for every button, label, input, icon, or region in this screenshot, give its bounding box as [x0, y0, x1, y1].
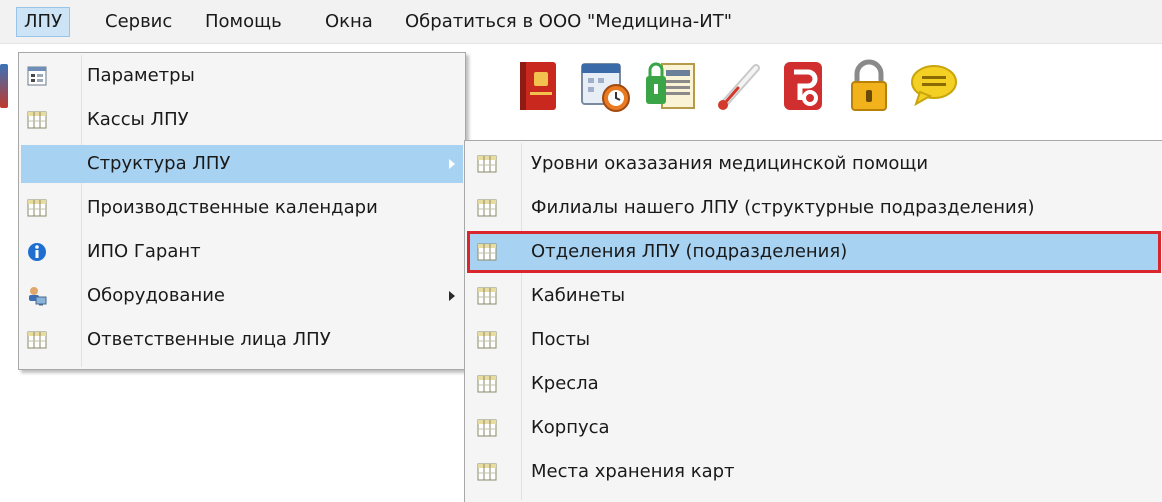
menu-lpu[interactable]: ЛПУ	[16, 7, 71, 37]
red-document-icon[interactable]	[776, 58, 830, 114]
menu-item-equipment[interactable]: Оборудование	[21, 277, 463, 315]
menu-windows[interactable]: Окна	[318, 7, 380, 37]
red-book-icon[interactable]	[512, 58, 566, 114]
lock-document-icon[interactable]	[644, 58, 698, 114]
menu-bar: ЛПУ Сервис Помощь Окна Обратиться в ООО …	[0, 0, 1162, 44]
submenu-item-label: Кресла	[531, 373, 599, 394]
submenu-item-card-storage[interactable]: Места хранения карт	[467, 453, 1161, 491]
submenu-item-label: Места хранения карт	[531, 461, 735, 482]
table-icon	[477, 418, 497, 438]
submenu-item-label: Филиалы нашего ЛПУ (структурные подразде…	[531, 197, 1035, 218]
menu-item-lpu-structure[interactable]: Структура ЛПУ	[21, 145, 463, 183]
submenu-item-label: Отделения ЛПУ (подразделения)	[531, 241, 848, 262]
menu-item-parameters[interactable]: Параметры	[21, 57, 463, 95]
lpu-menu: Параметры Кассы ЛПУ Структура ЛПУ Произв…	[18, 52, 466, 370]
submenu-arrow-icon	[449, 159, 455, 169]
submenu-item-label: Корпуса	[531, 417, 610, 438]
menu-contact[interactable]: Обратиться в ООО "Медицина-ИТ"	[398, 7, 739, 37]
submenu-arrow-icon	[449, 291, 455, 301]
parameters-icon	[27, 66, 47, 86]
menu-item-label: Производственные календари	[87, 197, 378, 218]
menu-service[interactable]: Сервис	[98, 7, 179, 37]
submenu-item-cabinets[interactable]: Кабинеты	[467, 277, 1161, 315]
table-icon	[477, 154, 497, 174]
menu-item-label: Ответственные лица ЛПУ	[87, 329, 331, 350]
submenu-item-chairs[interactable]: Кресла	[467, 365, 1161, 403]
thermometer-icon[interactable]	[712, 58, 766, 114]
menu-item-production-calendars[interactable]: Производственные календари	[21, 189, 463, 227]
menu-item-label: Структура ЛПУ	[87, 153, 231, 174]
table-icon	[477, 462, 497, 482]
menu-item-cash-registers[interactable]: Кассы ЛПУ	[21, 101, 463, 139]
submenu-item-care-levels[interactable]: Уровни оказазания медицинской помощи	[467, 145, 1161, 183]
table-icon	[477, 198, 497, 218]
submenu-item-buildings[interactable]: Корпуса	[467, 409, 1161, 447]
equipment-icon	[27, 286, 47, 306]
menu-item-label: Оборудование	[87, 285, 225, 306]
padlock-icon[interactable]	[842, 58, 896, 114]
lpu-structure-submenu: Уровни оказазания медицинской помощи Фил…	[464, 140, 1162, 502]
submenu-item-departments[interactable]: Отделения ЛПУ (подразделения)	[467, 231, 1161, 273]
submenu-item-label: Уровни оказазания медицинской помощи	[531, 153, 929, 174]
menu-item-responsible-persons[interactable]: Ответственные лица ЛПУ	[21, 321, 463, 359]
toolbar-edge-icon[interactable]	[0, 64, 8, 108]
submenu-item-posts[interactable]: Посты	[467, 321, 1161, 359]
submenu-item-label: Посты	[531, 329, 591, 350]
calendar-clock-icon[interactable]	[578, 58, 632, 114]
menu-item-label: Кассы ЛПУ	[87, 109, 189, 130]
info-icon	[27, 242, 47, 262]
table-icon	[27, 330, 47, 350]
menu-item-label: Параметры	[87, 65, 195, 86]
table-icon	[477, 330, 497, 350]
table-icon	[27, 198, 47, 218]
menu-item-ipo-garant[interactable]: ИПО Гарант	[21, 233, 463, 271]
submenu-item-label: Кабинеты	[531, 285, 626, 306]
table-icon	[477, 374, 497, 394]
menu-help[interactable]: Помощь	[198, 7, 289, 37]
table-icon	[477, 242, 497, 262]
submenu-item-branches[interactable]: Филиалы нашего ЛПУ (структурные подразде…	[467, 189, 1161, 227]
speech-bubble-icon[interactable]	[906, 58, 960, 114]
menu-item-label: ИПО Гарант	[87, 241, 201, 262]
table-icon	[477, 286, 497, 306]
table-icon	[27, 110, 47, 130]
